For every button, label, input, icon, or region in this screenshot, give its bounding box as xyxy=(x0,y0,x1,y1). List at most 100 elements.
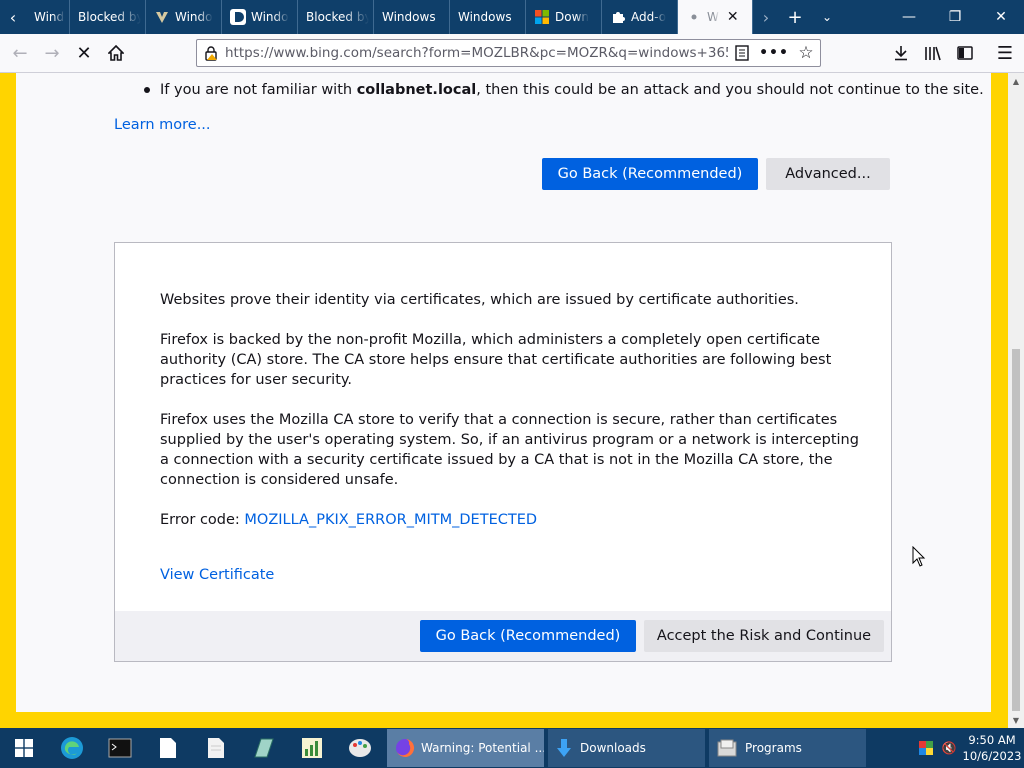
panel-footer: Go Back (Recommended) Accept the Risk an… xyxy=(115,611,891,661)
toolbar-right: ☰ xyxy=(885,37,1021,69)
error-code-label: Error code: xyxy=(160,512,245,528)
error-code-line: Error code: MOZILLA_PKIX_ERROR_MITM_DETE… xyxy=(160,510,860,530)
bullet-domain: collabnet.local xyxy=(356,82,477,98)
paragraph-mozilla-ca: Firefox is backed by the non-profit Mozi… xyxy=(160,332,832,388)
paint-palette-icon[interactable] xyxy=(336,728,384,768)
tab[interactable]: Add-o xyxy=(602,0,678,34)
page-viewport: If you are not familiar with collabnet.l… xyxy=(0,73,1008,728)
edge-icon[interactable] xyxy=(48,728,96,768)
d-logo-icon xyxy=(230,9,246,25)
tab-scroll-left-icon[interactable]: ‹ xyxy=(0,0,26,34)
download-arrow-icon xyxy=(556,738,572,758)
back-arrow-icon[interactable]: ← xyxy=(4,37,36,69)
error-code-link[interactable]: MOZILLA_PKIX_ERROR_MITM_DETECTED xyxy=(244,512,537,528)
library-icon[interactable] xyxy=(917,37,949,69)
tab[interactable]: Windows xyxy=(374,0,450,34)
taskbar-task-label: Programs xyxy=(745,741,802,755)
tab-label: Windo xyxy=(175,10,213,24)
pen-tablet-icon[interactable] xyxy=(240,728,288,768)
tab[interactable]: Windo xyxy=(222,0,298,34)
accept-risk-button[interactable]: Accept the Risk and Continue xyxy=(644,620,884,652)
page-actions-ellipsis-icon[interactable]: ••• xyxy=(756,45,792,61)
downloads-icon[interactable] xyxy=(885,37,917,69)
reader-view-icon[interactable] xyxy=(728,45,756,61)
tab-label: Blocked by xyxy=(306,10,369,24)
microsoft-logo-icon xyxy=(534,9,550,25)
home-icon[interactable] xyxy=(100,37,132,69)
navigation-toolbar: ← → ✕ https://www.bing.com/search?form=M… xyxy=(0,34,1024,73)
tab-strip-spacer xyxy=(843,0,886,34)
warning-bullet: If you are not familiar with collabnet.l… xyxy=(144,82,984,98)
taskbar-task-downloads[interactable]: Downloads xyxy=(548,729,705,767)
clock-time: 9:50 AM xyxy=(968,733,1016,747)
document-icon[interactable] xyxy=(144,728,192,768)
clock-date: 10/6/2023 xyxy=(962,749,1022,763)
notepad-icon[interactable] xyxy=(192,728,240,768)
tab[interactable]: Windo xyxy=(26,0,70,34)
go-back-button-bottom[interactable]: Go Back (Recommended) xyxy=(420,620,636,652)
taskbar-task-firefox[interactable]: Warning: Potential ... xyxy=(387,729,544,767)
paragraph-certificates: Websites prove their identity via certif… xyxy=(160,292,799,308)
tab[interactable]: Windows xyxy=(450,0,526,34)
start-windows-icon[interactable] xyxy=(0,728,48,768)
vertical-scrollbar[interactable]: ▲ ▼ xyxy=(1008,73,1024,728)
taskbar-task-programs[interactable]: Programs xyxy=(709,729,866,767)
close-tab-icon[interactable]: ✕ xyxy=(727,9,739,25)
tab[interactable]: Blocked by xyxy=(298,0,374,34)
bullet-dot xyxy=(144,87,150,93)
advanced-button[interactable]: Advanced... xyxy=(766,158,890,190)
puzzle-icon xyxy=(610,9,626,25)
tab-label: Windo xyxy=(34,10,65,24)
url-bar[interactable]: https://www.bing.com/search?form=MOZLBR&… xyxy=(196,39,821,67)
tab[interactable]: Blocked by xyxy=(70,0,146,34)
scroll-down-arrow-icon[interactable]: ▼ xyxy=(1008,713,1024,727)
restore-icon[interactable]: ❐ xyxy=(932,0,978,34)
close-window-icon[interactable]: ✕ xyxy=(978,0,1024,34)
forward-arrow-icon[interactable]: → xyxy=(36,37,68,69)
folder-icon xyxy=(717,739,737,757)
url-text[interactable]: https://www.bing.com/search?form=MOZLBR&… xyxy=(225,45,728,61)
chart-app-icon[interactable] xyxy=(288,728,336,768)
warning-lock-icon[interactable] xyxy=(197,45,225,61)
taskbar-task-label: Warning: Potential ... xyxy=(421,741,544,755)
taskbar-task-label: Downloads xyxy=(580,741,646,755)
tab-active[interactable]: W ✕ xyxy=(678,0,753,34)
view-certificate-link[interactable]: View Certificate xyxy=(160,567,274,583)
speaker-muted-icon[interactable]: 🔇 xyxy=(938,741,960,755)
learn-more-link[interactable]: Learn more... xyxy=(114,117,211,133)
tab-scroll-right-icon[interactable]: › xyxy=(753,0,779,34)
scroll-thumb[interactable] xyxy=(1012,349,1020,711)
scroll-up-arrow-icon[interactable]: ▲ xyxy=(1008,74,1024,88)
taskbar: Warning: Potential ... Downloads Program… xyxy=(0,728,1024,768)
sidebar-toggle-icon[interactable] xyxy=(949,37,981,69)
hamburger-menu-icon[interactable]: ☰ xyxy=(989,37,1021,69)
tab-label: Down xyxy=(555,10,590,24)
list-all-tabs-chevron-icon[interactable]: ⌄ xyxy=(811,0,843,34)
error-page: If you are not familiar with collabnet.l… xyxy=(16,73,991,712)
tab-label: Windo xyxy=(251,10,289,24)
tab-strip: ‹ Windo Blocked by Windo Windo Blocked b… xyxy=(0,0,1024,34)
tab-label: Add-o xyxy=(631,10,667,24)
vivaldi-icon xyxy=(154,9,170,25)
tab-label: W xyxy=(707,10,719,24)
firefox-icon xyxy=(395,738,415,758)
new-tab-plus-icon[interactable]: + xyxy=(779,0,811,34)
bookmark-star-icon[interactable]: ☆ xyxy=(792,43,820,63)
tab-label: Windows xyxy=(382,10,436,24)
tab-label: Blocked by xyxy=(78,10,141,24)
loading-dot-icon xyxy=(686,9,702,25)
mouse-pointer-icon xyxy=(912,545,926,571)
clock[interactable]: 9:50 AM 10/6/2023 xyxy=(960,732,1024,764)
terminal-icon[interactable] xyxy=(96,728,144,768)
advanced-panel: Websites prove their identity via certif… xyxy=(114,242,892,662)
color-app-tray-icon[interactable] xyxy=(914,741,938,755)
tab[interactable]: Down xyxy=(526,0,602,34)
bullet-text-prefix: If you are not familiar with xyxy=(160,82,357,98)
system-tray: 🔇 9:50 AM 10/6/2023 xyxy=(914,728,1024,768)
bullet-text-suffix: , then this could be an attack and you s… xyxy=(476,82,984,98)
view-certificate-row: View Certificate xyxy=(160,565,860,585)
go-back-button[interactable]: Go Back (Recommended) xyxy=(542,158,758,190)
minimize-icon[interactable]: — xyxy=(886,0,932,34)
stop-loading-icon[interactable]: ✕ xyxy=(68,37,100,69)
tab[interactable]: Windo xyxy=(146,0,222,34)
